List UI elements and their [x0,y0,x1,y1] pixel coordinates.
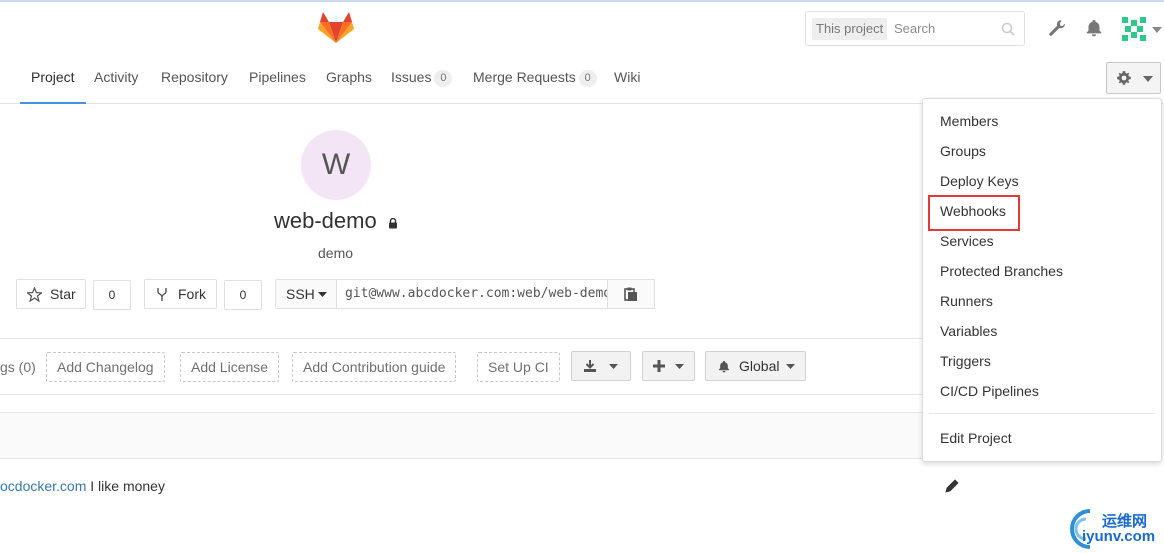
fork-count[interactable]: 0 [224,280,262,310]
tab-activity[interactable]: Activity [94,56,138,104]
download-icon [584,360,596,372]
issues-count-badge: 0 [434,70,453,87]
merge-requests-count-badge: 0 [578,70,597,87]
project-avatar: W [301,130,371,200]
menu-item-edit-project[interactable]: Edit Project [940,430,1012,446]
menu-item-protected-branches[interactable]: Protected Branches [940,263,1063,279]
clone-url-field[interactable]: git@www.abcdocker.com:web/web-demo.git [336,279,608,309]
fork-icon [157,288,167,301]
commit-author-link[interactable]: ocdocker.com [0,478,86,494]
menu-item-variables[interactable]: Variables [940,323,997,339]
set-up-ci-button[interactable]: Set Up CI [477,352,560,382]
tab-issues[interactable]: Issues 0 [391,56,453,104]
file-list-header [0,412,935,459]
top-border [0,0,1164,2]
menu-item-cicd-pipelines[interactable]: CI/CD Pipelines [940,383,1039,399]
fork-button[interactable]: Fork [144,279,217,309]
search-scope-label: This project [812,18,888,40]
notification-bell-icon[interactable] [1084,18,1104,38]
section-divider [0,394,935,395]
user-menu-chevron-icon[interactable] [1152,27,1162,33]
add-license-button[interactable]: Add License [180,352,280,382]
menu-divider [929,413,1155,414]
star-icon [27,287,42,302]
tags-link[interactable]: gs (0) [0,352,36,382]
plus-icon [653,360,665,372]
tab-merge-requests[interactable]: Merge Requests 0 [473,56,597,104]
watermark: 运维网 iyunv.com [1060,505,1164,553]
copy-url-button[interactable] [607,279,655,309]
clone-protocol-dropdown[interactable]: SSH [275,279,337,309]
edit-pencil-icon[interactable] [944,478,960,494]
commit-message: I like money [86,478,165,494]
menu-item-groups[interactable]: Groups [940,143,986,159]
menu-item-deploy-keys[interactable]: Deploy Keys [940,173,1019,189]
webhooks-highlight-box [928,195,1020,231]
menu-item-runners[interactable]: Runners [940,293,993,309]
lock-icon [389,218,397,229]
project-settings-button[interactable] [1106,62,1161,94]
project-settings-menu: Members Groups Deploy Keys Webhooks Serv… [922,98,1162,462]
gitlab-logo-icon[interactable] [318,10,354,44]
tab-graphs[interactable]: Graphs [326,56,372,104]
project-title: web-demo [274,208,377,233]
new-item-dropdown[interactable] [642,351,695,381]
clipboard-icon [624,287,637,301]
add-contribution-guide-button[interactable]: Add Contribution guide [292,352,457,382]
search-input[interactable]: Search [894,18,935,40]
search-box[interactable]: This project Search [805,11,1025,46]
section-divider [0,338,935,339]
search-icon [1001,22,1015,36]
last-commit: ocdocker.com I like money [0,478,165,494]
notification-level-dropdown[interactable]: Global [705,351,806,381]
add-changelog-button[interactable]: Add Changelog [46,352,165,382]
chevron-down-icon [1143,76,1153,82]
menu-item-services[interactable]: Services [940,233,994,249]
watermark-domain: iyunv.com [1082,528,1156,545]
bell-icon [718,360,730,373]
star-button[interactable]: Star [16,279,86,309]
tab-repository[interactable]: Repository [161,56,228,104]
user-avatar[interactable] [1120,15,1148,43]
project-description: demo [318,245,354,261]
menu-item-triggers[interactable]: Triggers [940,353,991,369]
chevron-down-icon [609,364,618,369]
star-count[interactable]: 0 [93,280,131,310]
chevron-down-icon [786,364,795,369]
tab-pipelines[interactable]: Pipelines [249,56,306,104]
download-dropdown[interactable] [571,351,631,381]
menu-item-members[interactable]: Members [940,113,998,129]
chevron-down-icon [675,364,684,369]
tab-project[interactable]: Project [20,56,86,104]
project-nav: Project Activity Repository Pipelines Gr… [0,56,1164,104]
tab-wiki[interactable]: Wiki [614,56,640,104]
chevron-down-icon [318,292,327,297]
gear-icon [1117,71,1131,85]
admin-wrench-icon[interactable] [1047,18,1067,38]
